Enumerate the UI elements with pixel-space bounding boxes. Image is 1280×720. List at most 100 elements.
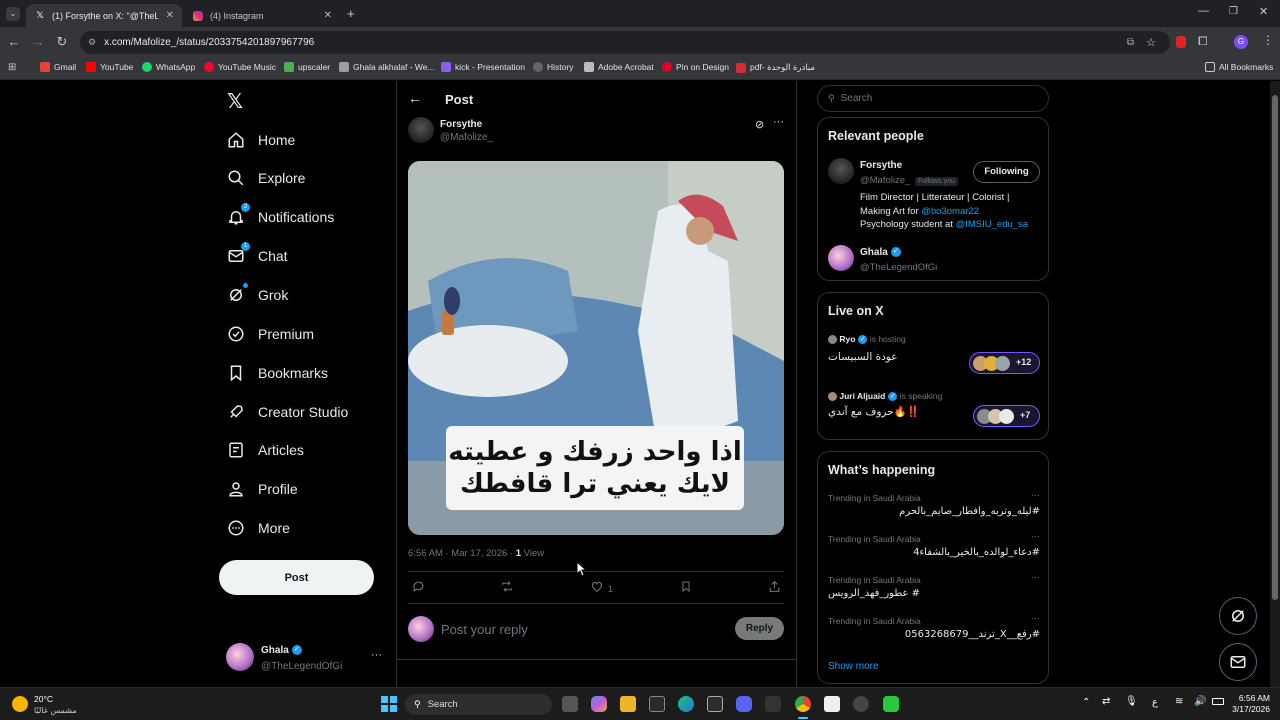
show-more-link[interactable]: Show more — [828, 661, 879, 672]
wifi-icon[interactable]: ≋ — [1175, 696, 1183, 707]
task-view-icon[interactable] — [562, 696, 578, 712]
epic-games-icon[interactable] — [765, 696, 781, 712]
omnibox[interactable]: ⚙ x.com/Mafolize_/status/203375420189796… — [80, 31, 1170, 54]
messages-fab[interactable] — [1219, 643, 1257, 681]
forward-icon[interactable]: → — [30, 34, 46, 49]
bookmark-youtube-music[interactable]: YouTube Music — [204, 62, 276, 72]
sidebar-item-profile[interactable]: Profile — [226, 477, 298, 501]
bookmark-whatsapp[interactable]: WhatsApp — [142, 62, 195, 72]
minimize-button[interactable]: — — [1198, 5, 1209, 17]
following-button[interactable]: Following — [973, 161, 1040, 183]
mention-link[interactable]: @bo3omar22 — [921, 206, 979, 217]
clock[interactable]: 6:56 AM 3/17/2026 — [1228, 693, 1270, 715]
post-author-name[interactable]: Forsythe — [440, 119, 482, 130]
sidebar-item-chat[interactable]: 1 Chat — [226, 242, 288, 268]
back-icon[interactable]: ← — [6, 34, 22, 49]
person-name[interactable]: Ghala ✓ — [860, 247, 901, 258]
post-media[interactable]: اذا واحد زرفك و عطيته لايك يعني ترا قافط… — [408, 161, 784, 535]
app-icon[interactable] — [707, 696, 723, 712]
bookmark-ghala[interactable]: Ghala alkhalaf - We... — [339, 62, 435, 72]
more-horizontal-icon[interactable]: ··· — [1031, 572, 1040, 582]
close-window-button[interactable]: ✕ — [1259, 5, 1268, 18]
back-arrow-icon[interactable]: ← — [408, 90, 422, 106]
bookmark-pdf[interactable]: pdf- مبادرة الوحدة — [736, 62, 815, 73]
close-icon[interactable]: ✕ — [166, 10, 174, 21]
bookmark-gmail[interactable]: Gmail — [40, 62, 76, 72]
extensions-puzzle-icon[interactable]: ⧠ — [1198, 34, 1208, 49]
apps-grid-icon[interactable]: ⊞ — [8, 62, 16, 73]
mention-link[interactable]: @IMSIU_edu_sa — [956, 219, 1028, 230]
grok-icon[interactable]: ⊘ — [755, 118, 764, 131]
trend-item[interactable]: Trending in Saudi Arabia ··· #ليله_وتربه… — [828, 490, 1040, 523]
close-icon[interactable]: ✕ — [324, 10, 332, 21]
weather-widget[interactable]: 20°C مشمس غالبًا — [12, 692, 92, 718]
grok-fab[interactable] — [1219, 597, 1257, 635]
maximize-button[interactable]: ❐ — [1229, 6, 1238, 17]
taskbar-search[interactable]: ⚲ Search — [405, 694, 552, 715]
browser-tab-instagram[interactable]: (4) Instagram ✕ — [184, 4, 340, 27]
scrollbar-thumb[interactable] — [1272, 95, 1278, 600]
bookmark-upscaler[interactable]: upscaler — [284, 62, 330, 72]
post-author-handle[interactable]: @Mafolize_ — [440, 132, 493, 143]
avatar[interactable] — [408, 117, 434, 143]
x-logo-icon[interactable]: 𝕏 — [227, 89, 243, 114]
avatar[interactable] — [828, 245, 854, 271]
trend-item[interactable]: Trending in Saudi Arabia ··· #رفع__X_ترن… — [828, 613, 1040, 646]
discord-icon[interactable] — [736, 696, 752, 712]
share-icon[interactable] — [768, 580, 781, 598]
volume-icon[interactable]: 🔊 — [1194, 696, 1206, 707]
search-input[interactable]: ⚲ Search — [817, 85, 1049, 112]
like-button[interactable]: 1 — [590, 580, 613, 598]
bookmark-icon[interactable] — [680, 580, 692, 598]
edge-icon[interactable] — [678, 696, 694, 712]
sidebar-item-explore[interactable]: Explore — [226, 166, 305, 190]
live-item[interactable]: Ryo ✓ is hosting عودة السبيسات +12 — [828, 333, 1040, 374]
extension-icon[interactable] — [1176, 36, 1186, 48]
reload-icon[interactable]: ↻ — [54, 34, 70, 50]
more-horizontal-icon[interactable]: ··· — [1031, 490, 1040, 500]
reply-icon[interactable] — [412, 580, 425, 598]
microphone-icon[interactable]: 🎙 — [1125, 696, 1138, 707]
bookmark-kick[interactable]: kick - Presentation — [441, 62, 525, 72]
more-horizontal-icon[interactable]: ··· — [371, 649, 382, 661]
file-explorer-icon[interactable] — [620, 696, 636, 712]
trend-item[interactable]: Trending in Saudi Arabia ··· #دعاء_لوالد… — [828, 531, 1040, 564]
start-button[interactable] — [381, 696, 397, 712]
repost-icon[interactable] — [500, 580, 514, 598]
reply-button[interactable]: Reply — [735, 617, 784, 640]
sidebar-item-home[interactable]: Home — [226, 128, 295, 152]
live-item[interactable]: Juri Aljuaid ✓ is speaking حروف مع آندي🔥‼… — [828, 390, 1040, 430]
url-text[interactable]: x.com/Mafolize_/status/20337542018979677… — [104, 37, 314, 48]
document-icon[interactable] — [824, 696, 840, 712]
sidebar-item-notifications[interactable]: 2 Notifications — [226, 203, 334, 229]
tab-search-button[interactable]: ⌄ — [6, 7, 20, 21]
listeners-pill[interactable]: +12 — [969, 352, 1040, 374]
listeners-pill[interactable]: +7 — [973, 405, 1040, 427]
battery-icon[interactable] — [1212, 698, 1224, 705]
sidebar-item-grok[interactable]: Grok — [226, 283, 288, 307]
bookmark-adobe[interactable]: Adobe Acrobat — [584, 62, 654, 72]
more-horizontal-icon[interactable]: ··· — [1031, 531, 1040, 541]
copilot-icon[interactable] — [591, 696, 607, 712]
sidebar-item-more[interactable]: More — [226, 516, 290, 540]
sidebar-item-creator-studio[interactable]: Creator Studio — [226, 400, 348, 424]
language-indicator[interactable]: ع — [1152, 697, 1158, 708]
install-icon[interactable]: ⧉ — [1127, 37, 1134, 48]
app-icon[interactable] — [853, 696, 869, 712]
star-icon[interactable]: ☆ — [1146, 36, 1156, 49]
trend-item[interactable]: Trending in Saudi Arabia ··· # عطور_فهد_… — [828, 572, 1040, 605]
page-scrollbar[interactable] — [1270, 81, 1280, 687]
reply-input[interactable]: Post your reply — [441, 622, 721, 637]
store-icon[interactable] — [649, 696, 665, 712]
site-info-icon[interactable]: ⚙ — [88, 37, 96, 48]
app-icon[interactable] — [883, 696, 899, 712]
chevron-up-icon[interactable]: ⌃ — [1082, 697, 1090, 708]
account-switcher[interactable]: Ghala ✓ @TheLegendOfGi ··· — [226, 643, 386, 675]
new-tab-button[interactable]: + — [347, 6, 355, 21]
browser-tab-x[interactable]: 𝕏 (1) Forsythe on X: "@TheLege ✕ — [26, 4, 182, 27]
all-bookmarks[interactable]: All Bookmarks — [1205, 62, 1273, 72]
more-horizontal-icon[interactable]: ··· — [1031, 613, 1040, 623]
profile-avatar[interactable]: G — [1234, 35, 1248, 49]
person-name[interactable]: Forsythe — [860, 160, 902, 171]
bookmark-history[interactable]: History — [533, 62, 573, 72]
